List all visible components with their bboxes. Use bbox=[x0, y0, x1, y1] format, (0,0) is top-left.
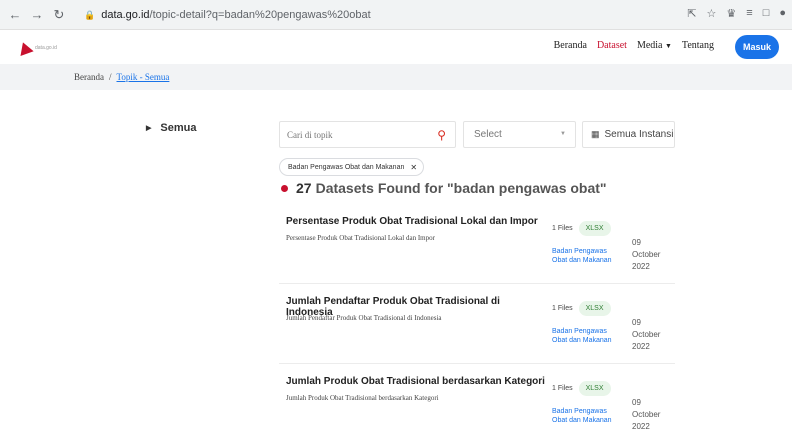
address-bar[interactable]: 🔒 data.go.id /topic-detail?q=badan%20pen… bbox=[84, 5, 724, 25]
lock-icon: 🔒 bbox=[84, 9, 96, 20]
share-icon[interactable]: ⇱ bbox=[687, 7, 696, 20]
filter-chip: Badan Pengawas Obat dan Makanan ✕ bbox=[279, 158, 425, 176]
nav-media[interactable]: Media ▼ bbox=[637, 40, 672, 51]
dataset-description: Jumlah Pendaftar Produk Obat Tradisional… bbox=[286, 314, 442, 322]
results-count: 27 bbox=[296, 180, 312, 196]
files-count: 1 Files bbox=[552, 305, 573, 312]
instansi-filter-button[interactable]: ▦ Semua Instansi bbox=[582, 121, 675, 148]
dataset-title[interactable]: Persentase Produk Obat Tradisional Lokal… bbox=[286, 216, 546, 227]
dataset-org[interactable]: Badan Pengawas Obat dan Makanan bbox=[552, 327, 614, 345]
profile-icon[interactable]: ● bbox=[779, 7, 786, 20]
site-header: data.go.id Beranda Dataset Media ▼ Tenta… bbox=[0, 30, 792, 64]
date-month: October bbox=[632, 330, 661, 339]
results-heading: 27 Datasets Found for "badan pengawas ob… bbox=[281, 180, 607, 196]
filter-chip-label: Badan Pengawas Obat dan Makanan bbox=[288, 163, 405, 171]
dataset-date: 09 October 2022 bbox=[632, 237, 672, 273]
nav-dataset[interactable]: Dataset bbox=[597, 40, 627, 51]
reading-list-icon[interactable]: ≡ bbox=[746, 7, 752, 20]
dataset-org[interactable]: Badan Pengawas Obat dan Makanan bbox=[552, 247, 614, 265]
side-panel-icon[interactable]: □ bbox=[763, 7, 770, 20]
close-icon[interactable]: ✕ bbox=[410, 163, 417, 172]
dataset-row[interactable]: Jumlah Produk Obat Tradisional berdasark… bbox=[279, 369, 675, 444]
url-path: /topic-detail?q=badan%20pengawas%20obat bbox=[149, 9, 371, 21]
login-button[interactable]: Masuk bbox=[735, 35, 779, 59]
chevron-down-icon: ▼ bbox=[560, 131, 566, 137]
bookmark-star-icon[interactable]: ☆ bbox=[707, 7, 717, 20]
logo-flame-icon bbox=[16, 39, 34, 57]
forward-icon[interactable]: → bbox=[28, 6, 46, 24]
format-badge: XLSX bbox=[578, 221, 611, 236]
dataset-row[interactable]: Jumlah Pendaftar Produk Obat Tradisional… bbox=[279, 289, 675, 364]
date-year: 2022 bbox=[632, 422, 650, 431]
breadcrumb-current[interactable]: Topik - Semua bbox=[117, 72, 170, 82]
main-nav: Beranda Dataset Media ▼ Tentang bbox=[554, 40, 714, 51]
date-month: October bbox=[632, 250, 661, 259]
building-icon: ▦ bbox=[591, 129, 600, 139]
select-label: Select bbox=[474, 129, 502, 140]
status-dot bbox=[281, 184, 288, 192]
sidebar-item-semua[interactable]: ▶ Semua bbox=[146, 122, 196, 134]
logo-text: data.go.id bbox=[35, 45, 57, 51]
dataset-files: 1 Files XLSX bbox=[552, 301, 611, 316]
dataset-description: Persentase Produk Obat Tradisional Lokal… bbox=[286, 234, 435, 242]
extensions-icon[interactable]: ♛ bbox=[726, 7, 736, 20]
date-year: 2022 bbox=[632, 262, 650, 271]
format-badge: XLSX bbox=[578, 381, 611, 396]
breadcrumb-home[interactable]: Beranda bbox=[74, 72, 104, 82]
dataset-date: 09 October 2022 bbox=[632, 397, 672, 433]
dataset-org[interactable]: Badan Pengawas Obat dan Makanan bbox=[552, 407, 614, 425]
date-day: 09 bbox=[632, 318, 641, 327]
date-day: 09 bbox=[632, 398, 641, 407]
date-year: 2022 bbox=[632, 342, 650, 351]
files-count: 1 Files bbox=[552, 385, 573, 392]
breadcrumb-separator: / bbox=[108, 72, 112, 82]
back-icon[interactable]: ← bbox=[6, 6, 24, 24]
caret-right-icon: ▶ bbox=[146, 125, 152, 132]
nav-beranda[interactable]: Beranda bbox=[554, 40, 587, 51]
format-badge: XLSX bbox=[578, 301, 611, 316]
dataset-files: 1 Files XLSX bbox=[552, 381, 611, 396]
dataset-title[interactable]: Jumlah Produk Obat Tradisional berdasark… bbox=[286, 376, 546, 387]
results-text: Datasets Found for "badan pengawas obat" bbox=[315, 180, 607, 196]
files-count: 1 Files bbox=[552, 225, 573, 232]
dataset-description: Jumlah Produk Obat Tradisional berdasark… bbox=[286, 394, 439, 402]
dataset-date: 09 October 2022 bbox=[632, 317, 672, 353]
instansi-label: Semua Instansi bbox=[604, 129, 674, 140]
nav-media-label: Media bbox=[636, 40, 663, 51]
sidebar-item-label: Semua bbox=[160, 122, 197, 134]
chevron-down-icon: ▼ bbox=[664, 42, 672, 50]
breadcrumb: Beranda / Topik - Semua bbox=[0, 64, 792, 90]
search-box: ⚲ bbox=[279, 121, 456, 148]
date-month: October bbox=[632, 410, 661, 419]
site-logo[interactable]: data.go.id bbox=[16, 39, 58, 57]
browser-actions: ⇱ ☆ ♛ ≡ □ ● bbox=[687, 7, 786, 20]
date-day: 09 bbox=[632, 238, 641, 247]
dataset-files: 1 Files XLSX bbox=[552, 221, 611, 236]
category-select[interactable]: Select ▼ bbox=[463, 121, 576, 148]
url-host: data.go.id bbox=[101, 9, 150, 21]
nav-tentang[interactable]: Tentang bbox=[682, 40, 714, 51]
search-input[interactable] bbox=[280, 129, 430, 140]
browser-toolbar: ← → ↻ 🔒 data.go.id /topic-detail?q=badan… bbox=[0, 0, 792, 30]
reload-icon[interactable]: ↻ bbox=[50, 6, 68, 24]
search-icon[interactable]: ⚲ bbox=[437, 128, 446, 142]
dataset-row[interactable]: Persentase Produk Obat Tradisional Lokal… bbox=[279, 209, 675, 284]
